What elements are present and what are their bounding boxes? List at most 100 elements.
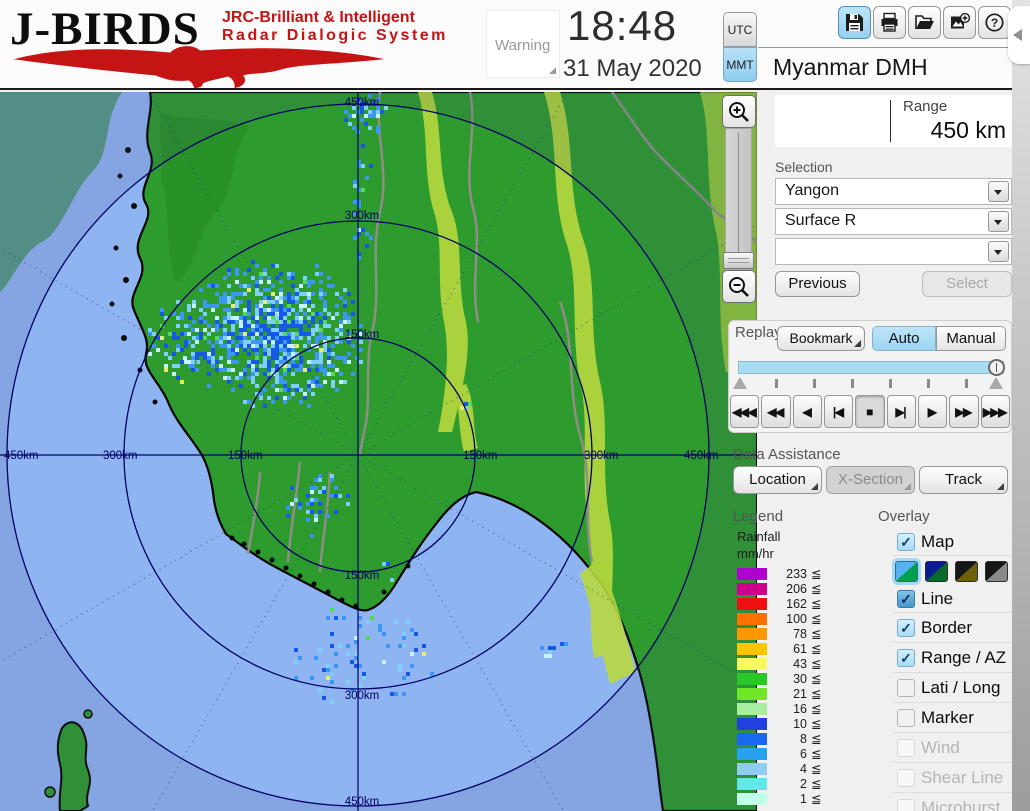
menu-corner-icon xyxy=(997,483,1004,490)
rewind-button[interactable]: ◀ xyxy=(792,395,822,428)
legend-value: 206 xyxy=(786,581,807,596)
play-button[interactable]: ▶ xyxy=(917,395,948,428)
menu-corner-icon xyxy=(854,340,861,347)
dropdown-arrow-button[interactable] xyxy=(988,181,1009,202)
manual-mode-button[interactable]: Manual xyxy=(936,326,1006,351)
map-checkbox[interactable]: ✓ xyxy=(897,533,915,551)
clock-date: 31 May 2020 xyxy=(563,55,702,82)
map-style-2[interactable] xyxy=(925,560,948,582)
legend-entry: 6 ≦ xyxy=(737,746,857,761)
map-style-3[interactable] xyxy=(955,560,978,582)
jump-first-button[interactable]: ◀◀◀ xyxy=(730,395,760,428)
site-dropdown-value: Yangon xyxy=(785,182,839,199)
svg-text:300km: 300km xyxy=(345,690,380,702)
panel-collapse-tab[interactable] xyxy=(1008,6,1030,64)
add-image-button[interactable] xyxy=(943,6,976,39)
legend-value: 43 xyxy=(793,656,807,671)
zoom-slider-thumb[interactable] xyxy=(723,252,754,269)
location-button[interactable]: Location xyxy=(733,466,822,494)
select-button[interactable]: Select xyxy=(922,271,1012,297)
auto-mode-button[interactable]: Auto xyxy=(872,326,936,351)
overlay-item-border[interactable]: ✓ Border xyxy=(893,612,1012,642)
product-dropdown[interactable]: Surface R xyxy=(775,208,1012,235)
legend-value: 30 xyxy=(793,671,807,686)
legend-swatch xyxy=(737,567,767,580)
step-forward-button[interactable]: ▶| xyxy=(886,395,916,428)
legend-swatch xyxy=(737,657,767,670)
legend-entry: 78 ≦ xyxy=(737,626,857,641)
overlay-label: Range / AZ xyxy=(921,647,1007,667)
overlay-item-line[interactable]: ✓ Line xyxy=(893,586,1012,612)
overlay-item-range-az[interactable]: ✓ Range / AZ xyxy=(893,642,1012,672)
magnifier-plus-icon xyxy=(729,102,749,122)
legend-value: 1 xyxy=(800,791,807,806)
legend-value: 61 xyxy=(793,641,807,656)
panel-edge-strip xyxy=(1012,0,1030,811)
legend-title: Legend xyxy=(733,508,784,525)
warning-button[interactable]: Warning xyxy=(486,10,560,78)
menu-corner-icon xyxy=(904,483,911,490)
chevron-down-icon xyxy=(994,220,1002,225)
leq-symbol: ≦ xyxy=(811,747,822,761)
legend-unit-line2: mm/hr xyxy=(737,546,774,561)
save-button[interactable] xyxy=(838,6,871,39)
add-image-icon xyxy=(951,12,970,29)
lati-long-checkbox[interactable] xyxy=(897,678,915,697)
map-style-4[interactable] xyxy=(985,560,1008,582)
data-assistance-label: Data Assistance xyxy=(733,446,841,463)
legend-value: 78 xyxy=(793,626,807,641)
range-az-checkbox[interactable]: ✓ xyxy=(897,648,915,667)
utc-button[interactable]: UTC xyxy=(723,12,757,47)
overlay-item-lati-long[interactable]: Lati / Long xyxy=(893,672,1012,702)
header-divider xyxy=(758,47,1010,48)
svg-text:300km: 300km xyxy=(345,210,380,222)
replay-slider-thumb[interactable] xyxy=(988,359,1005,376)
svg-text:150km: 150km xyxy=(345,329,380,341)
legend-swatch xyxy=(737,627,767,640)
overlay-item-map[interactable]: ✓ Map xyxy=(893,529,1012,555)
previous-button[interactable]: Previous xyxy=(775,271,860,297)
dropdown-arrow-button[interactable] xyxy=(988,211,1009,232)
shear-line-checkbox[interactable] xyxy=(897,768,915,787)
help-button[interactable]: ? xyxy=(978,6,1011,39)
dropdown-arrow-button[interactable] xyxy=(988,241,1009,262)
print-button[interactable] xyxy=(873,6,906,39)
jump-last-button[interactable]: ▶▶▶ xyxy=(980,395,1010,428)
replay-range-end-marker[interactable] xyxy=(989,377,1003,389)
save-icon xyxy=(846,14,863,31)
legend-swatch xyxy=(737,777,767,790)
zoom-slider-track[interactable] xyxy=(725,128,752,270)
legend-entry: 21 ≦ xyxy=(737,686,857,701)
map-style-1[interactable] xyxy=(895,560,918,582)
chevron-down-icon xyxy=(994,250,1002,255)
svg-text:300km: 300km xyxy=(584,450,619,462)
zoom-in-button[interactable] xyxy=(722,95,756,128)
line-checkbox[interactable]: ✓ xyxy=(897,590,915,608)
overlay-label: Line xyxy=(921,589,954,608)
svg-text:150km: 150km xyxy=(463,450,498,462)
fast-rewind-button[interactable]: ◀◀ xyxy=(761,395,791,428)
open-file-button[interactable] xyxy=(908,6,941,39)
zoom-out-button[interactable] xyxy=(722,270,756,303)
selection-label: Selection xyxy=(775,159,833,175)
track-button[interactable]: Track xyxy=(919,466,1008,494)
step-back-button[interactable]: |◀ xyxy=(823,395,854,428)
site-dropdown[interactable]: Yangon xyxy=(775,178,1012,205)
mmt-button[interactable]: MMT xyxy=(723,47,757,82)
option-dropdown[interactable] xyxy=(775,238,1012,265)
radar-map[interactable]: 450km 300km 150km 150km 300km 450km 450k… xyxy=(0,92,757,811)
legend-value: 8 xyxy=(800,731,807,746)
bookmark-button[interactable]: Bookmark xyxy=(777,326,865,351)
marker-checkbox[interactable] xyxy=(897,708,915,727)
wind-checkbox[interactable] xyxy=(897,738,915,757)
fast-forward-button[interactable]: ▶▶ xyxy=(949,395,979,428)
slider-tick xyxy=(813,379,816,388)
microburst-checkbox[interactable] xyxy=(897,798,915,811)
replay-slider-track[interactable] xyxy=(738,361,1004,374)
overlay-item-marker[interactable]: Marker xyxy=(893,702,1012,732)
border-checkbox[interactable]: ✓ xyxy=(897,618,915,637)
replay-range-start-marker[interactable] xyxy=(733,377,747,389)
stop-button[interactable]: ■ xyxy=(855,395,885,428)
legend-swatch xyxy=(737,582,767,595)
x-section-button[interactable]: X-Section xyxy=(826,466,915,494)
